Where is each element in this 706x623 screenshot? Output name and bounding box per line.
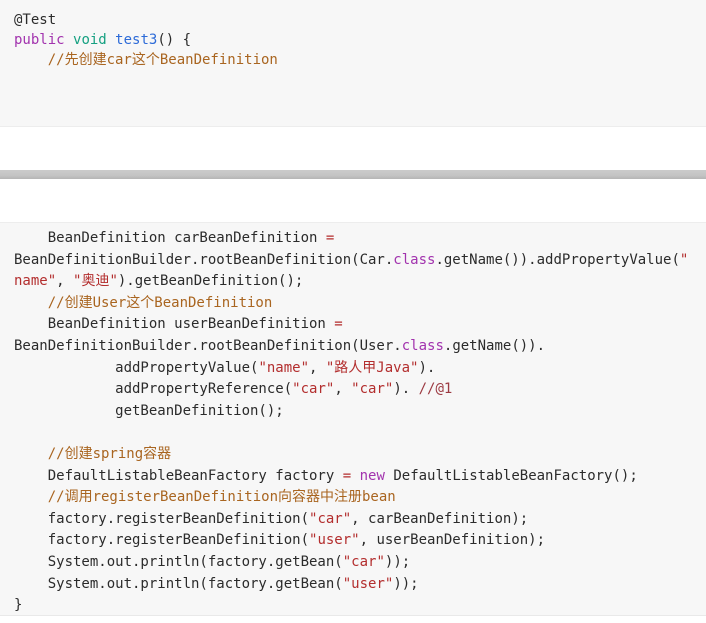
code-line: addPropertyReference("car", "car"). //@1 bbox=[14, 379, 692, 401]
code-line: BeanDefinition userBeanDefinition = bbox=[14, 314, 692, 336]
code-line: factory.registerBeanDefinition("car", ca… bbox=[14, 509, 692, 531]
code-token-comment: //先创建car这个BeanDefinition bbox=[48, 52, 278, 68]
code-line: public void test3() { bbox=[14, 30, 692, 50]
code-line: name", "奥迪").getBeanDefinition(); bbox=[14, 271, 692, 293]
code-token-plain: ). bbox=[418, 360, 435, 376]
code-token-plain bbox=[107, 32, 115, 48]
code-line: BeanDefinitionBuilder.rootBeanDefinition… bbox=[14, 250, 692, 272]
code-line: BeanDefinition carBeanDefinition = bbox=[14, 228, 692, 250]
code-line: @Test bbox=[14, 10, 692, 30]
code-token-plain: ).getBeanDefinition(); bbox=[118, 273, 303, 289]
code-token-plain: , userBeanDefinition); bbox=[360, 532, 545, 548]
code-token-plain: BeanDefinitionBuilder.rootBeanDefinition… bbox=[14, 338, 402, 354]
code-line bbox=[14, 422, 692, 444]
code-token-plain: , carBeanDefinition); bbox=[351, 511, 528, 527]
code-token-plain: addPropertyValue( bbox=[14, 360, 258, 376]
code-token-plain: getBeanDefinition(); bbox=[14, 403, 284, 419]
code-token-string: "奥迪" bbox=[73, 273, 118, 289]
code-token-plain: , bbox=[56, 273, 73, 289]
code-line: //创建User这个BeanDefinition bbox=[14, 293, 692, 315]
code-token-plain: } bbox=[14, 597, 22, 613]
code-line: BeanDefinitionBuilder.rootBeanDefinition… bbox=[14, 336, 692, 358]
code-token-string: "name" bbox=[258, 360, 309, 376]
code-token-plain: factory.registerBeanDefinition( bbox=[14, 511, 309, 527]
divider-bar bbox=[0, 170, 706, 179]
code-token-plain: .getName()).addPropertyValue( bbox=[435, 252, 679, 268]
code-token-string: "car" bbox=[343, 554, 385, 570]
code-line: //创建spring容器 bbox=[14, 444, 692, 466]
code-token-comment: //调用registerBeanDefinition向容器中注册bean bbox=[48, 489, 396, 505]
code-token-comment: //创建spring容器 bbox=[48, 446, 171, 462]
code-token-plain: , bbox=[334, 381, 351, 397]
code-token-method: test3 bbox=[115, 32, 157, 48]
code-token-comment: //创建User这个BeanDefinition bbox=[48, 295, 273, 311]
code-token-plain: .getName()). bbox=[444, 338, 545, 354]
code-token-operator: = bbox=[334, 316, 342, 332]
code-token-plain bbox=[14, 446, 48, 462]
code-token-plain: BeanDefinitionBuilder.rootBeanDefinition… bbox=[14, 252, 393, 268]
code-token-string: "user" bbox=[343, 576, 394, 592]
code-line: System.out.println(factory.getBean("car"… bbox=[14, 552, 692, 574]
code-token-operator: = bbox=[326, 230, 334, 246]
code-token-plain bbox=[65, 32, 73, 48]
code-token-plain: System.out.println(factory.getBean( bbox=[14, 576, 343, 592]
code-line: //先创建car这个BeanDefinition bbox=[14, 50, 692, 70]
code-line: factory.registerBeanDefinition("user", u… bbox=[14, 530, 692, 552]
code-token-string: "car" bbox=[351, 381, 393, 397]
code-token-plain: )); bbox=[393, 576, 418, 592]
code-token-keyword: class bbox=[393, 252, 435, 268]
code-token-plain bbox=[14, 489, 48, 505]
code-token-string: "路人甲Java" bbox=[326, 360, 419, 376]
code-line: //调用registerBeanDefinition向容器中注册bean bbox=[14, 487, 692, 509]
code-token-plain: , bbox=[309, 360, 326, 376]
code-block-top: @Test public void test3() { //先创建car这个Bea… bbox=[0, 0, 706, 127]
code-token-plain: BeanDefinition userBeanDefinition bbox=[14, 316, 334, 332]
code-token-plain bbox=[14, 52, 48, 68]
code-line: } bbox=[14, 595, 692, 616]
code-line: addPropertyValue("name", "路人甲Java"). bbox=[14, 358, 692, 380]
code-token-type: void bbox=[73, 32, 107, 48]
code-token-keyword: class bbox=[402, 338, 444, 354]
code-token-plain: BeanDefinition carBeanDefinition bbox=[14, 230, 326, 246]
code-token-plain: System.out.println(factory.getBean( bbox=[14, 554, 343, 570]
code-token-string: "user" bbox=[309, 532, 360, 548]
code-token-string: name" bbox=[14, 273, 56, 289]
code-token-plain: ). bbox=[393, 381, 418, 397]
code-token-keyword: public bbox=[14, 32, 65, 48]
code-token-plain: )); bbox=[385, 554, 410, 570]
code-line: System.out.println(factory.getBean("user… bbox=[14, 574, 692, 596]
code-line: getBeanDefinition(); bbox=[14, 401, 692, 423]
code-token-operator: = bbox=[343, 468, 351, 484]
code-token-plain: @Test bbox=[14, 12, 56, 28]
code-token-keyword: new bbox=[360, 468, 385, 484]
code-token-plain bbox=[351, 468, 359, 484]
code-token-plain: DefaultListableBeanFactory(); bbox=[385, 468, 638, 484]
code-token-ref_comment: //@1 bbox=[419, 381, 453, 397]
code-token-plain: DefaultListableBeanFactory factory bbox=[14, 468, 343, 484]
code-token-string: "car" bbox=[309, 511, 351, 527]
code-block-bottom: BeanDefinition carBeanDefinition =BeanDe… bbox=[0, 222, 706, 616]
code-token-string: " bbox=[680, 252, 688, 268]
code-token-string: "car" bbox=[292, 381, 334, 397]
code-token-plain: factory.registerBeanDefinition( bbox=[14, 532, 309, 548]
code-token-plain bbox=[14, 295, 48, 311]
code-line: DefaultListableBeanFactory factory = new… bbox=[14, 466, 692, 488]
code-token-plain: () { bbox=[157, 32, 191, 48]
code-token-plain: addPropertyReference( bbox=[14, 381, 292, 397]
